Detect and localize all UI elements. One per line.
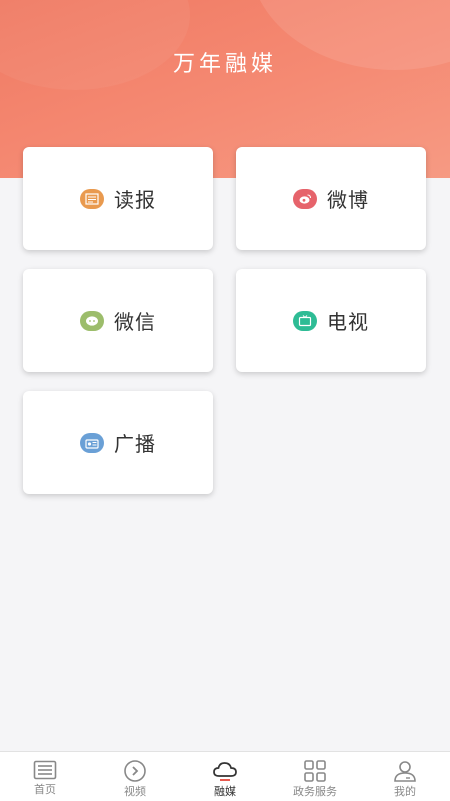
- tab-video[interactable]: 视频: [90, 752, 180, 801]
- tab-label: 首页: [34, 783, 56, 796]
- grid-icon: [304, 760, 326, 782]
- tab-profile[interactable]: 我的: [360, 752, 450, 801]
- tv-icon: [293, 310, 317, 331]
- card-label: 微博: [327, 188, 369, 212]
- tab-government-services[interactable]: 政务服务: [270, 752, 360, 801]
- card-newspaper[interactable]: 读报: [23, 147, 213, 250]
- tab-home[interactable]: 首页: [0, 752, 90, 801]
- play-circle-icon: [124, 760, 146, 782]
- card-weibo[interactable]: 微博: [236, 147, 426, 250]
- card-label: 读报: [114, 188, 156, 212]
- weibo-icon: [293, 188, 317, 209]
- user-icon: [394, 761, 416, 782]
- tab-label: 视频: [124, 785, 146, 798]
- card-wechat[interactable]: 微信: [23, 269, 213, 372]
- cloud-icon: [213, 762, 237, 781]
- radio-icon: [80, 432, 104, 453]
- wechat-icon: [80, 310, 104, 331]
- card-label: 电视: [327, 310, 369, 334]
- card-label: 广播: [114, 432, 156, 456]
- tab-media[interactable]: 融媒: [180, 752, 270, 801]
- tab-label: 我的: [394, 785, 416, 798]
- card-radio[interactable]: 广播: [23, 391, 213, 494]
- card-label: 微信: [114, 310, 156, 334]
- page-title: 万年融媒: [172, 52, 277, 77]
- newspaper-icon: [80, 188, 104, 209]
- news-list-icon: [33, 760, 57, 780]
- card-tv[interactable]: 电视: [236, 269, 426, 372]
- bottom-tab-bar: 首页 视频 融媒 政务服务 我的: [0, 751, 450, 801]
- tab-label: 融媒: [214, 785, 236, 798]
- tab-label: 政务服务: [293, 785, 337, 798]
